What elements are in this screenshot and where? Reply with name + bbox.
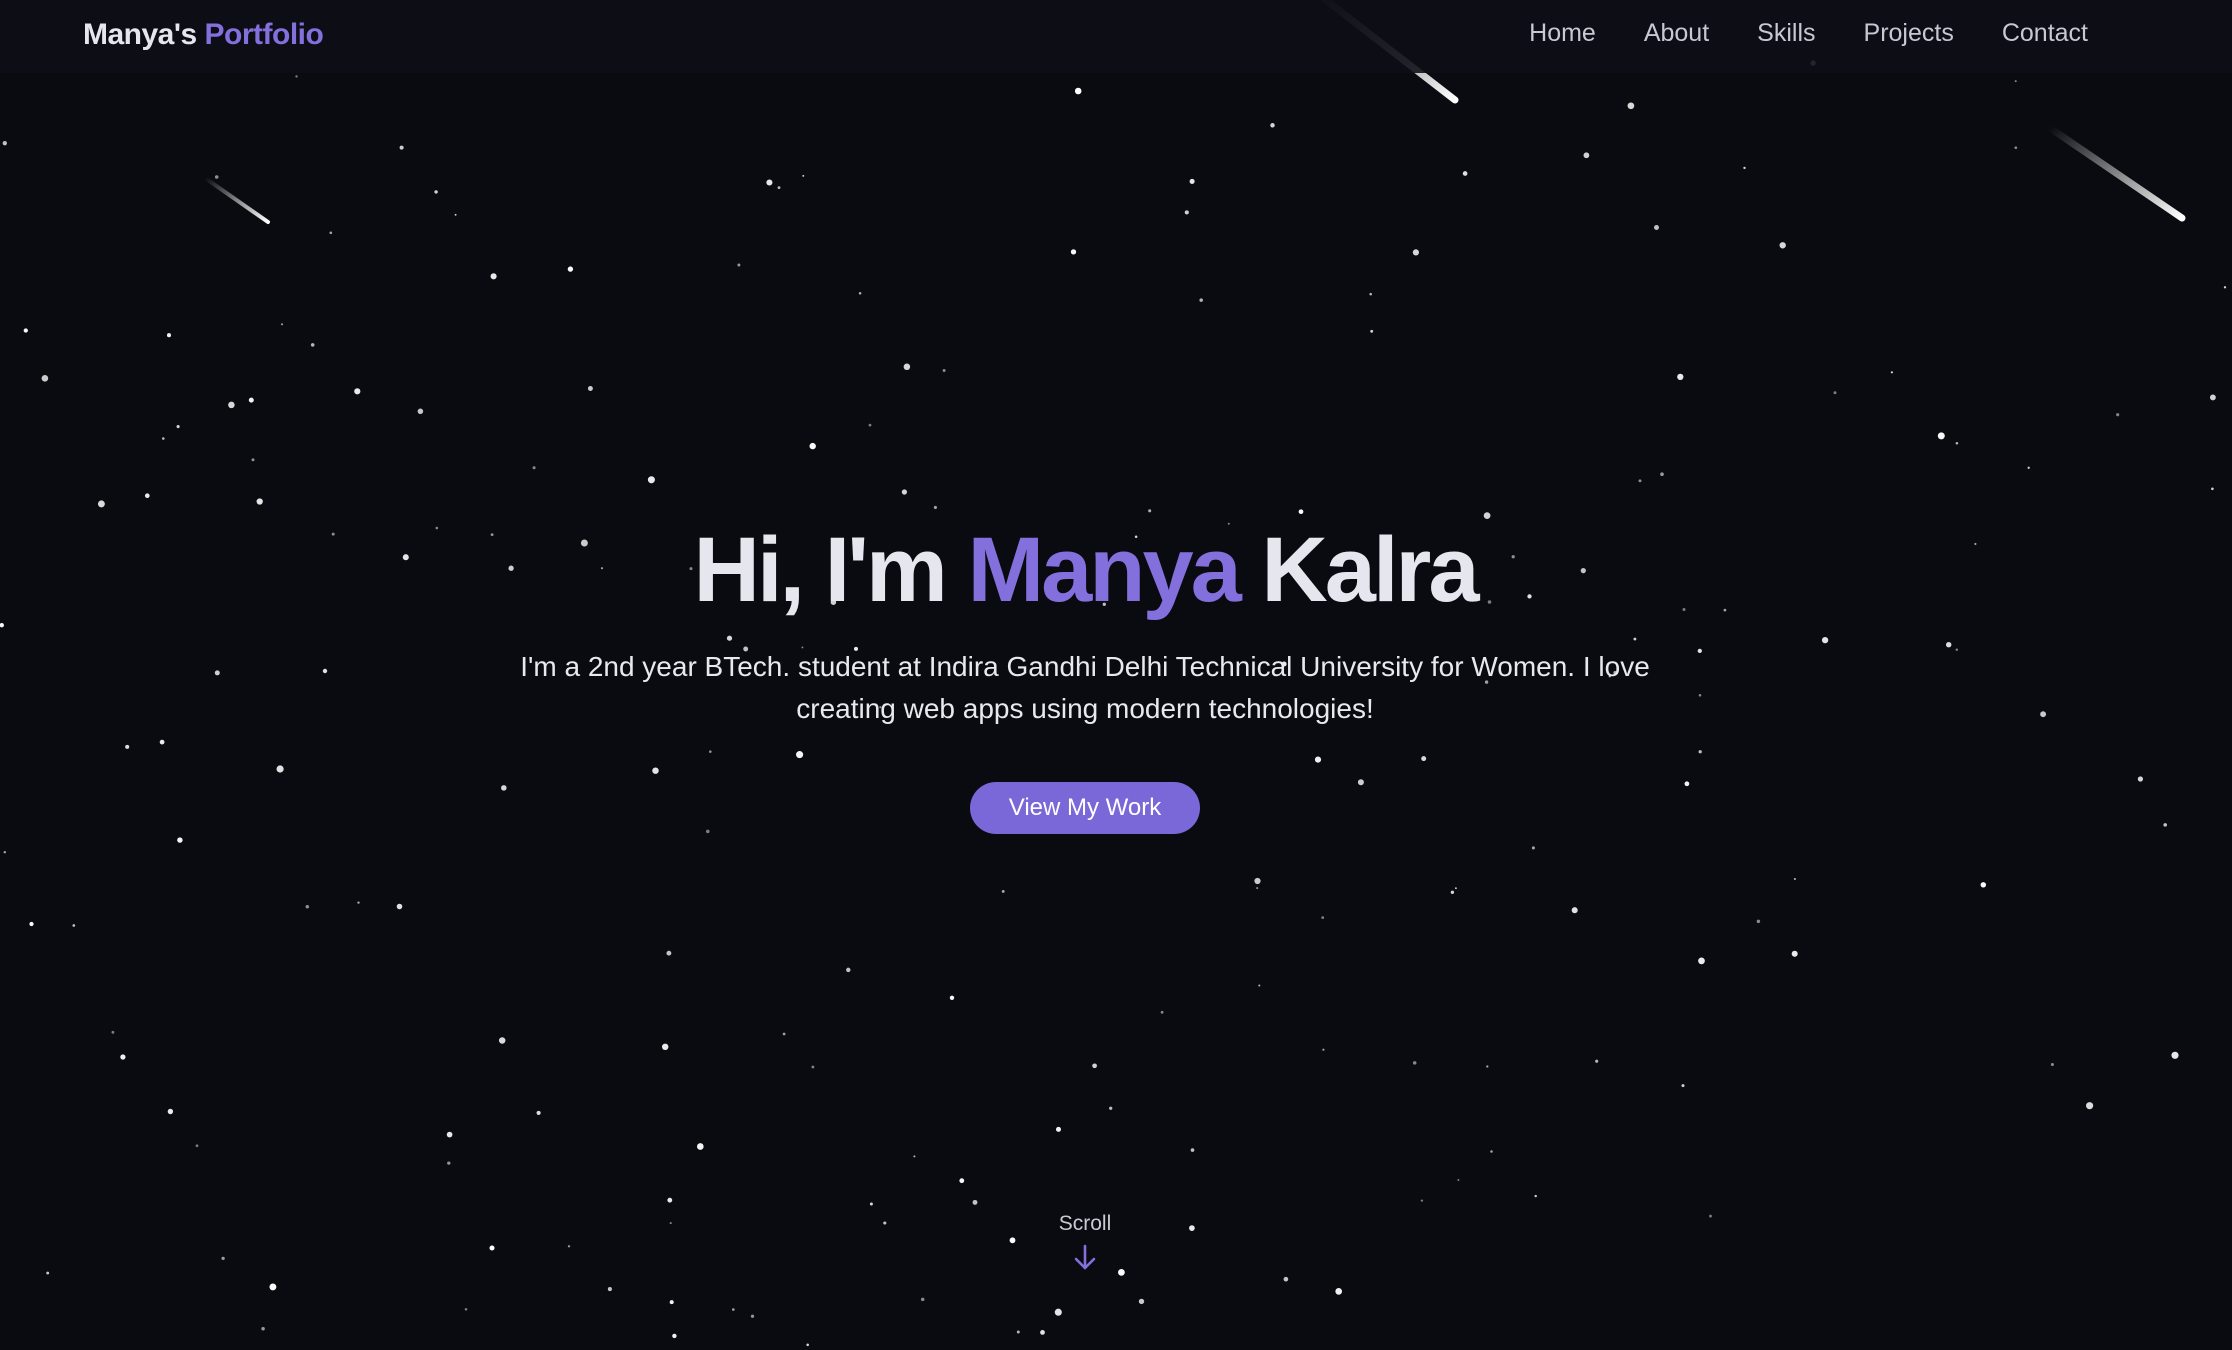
brand-name: Manya's — [83, 18, 197, 51]
nav-link-about[interactable]: About — [1644, 19, 1709, 48]
scroll-indicator[interactable]: Scroll — [1035, 1212, 1135, 1272]
nav-link-skills[interactable]: Skills — [1757, 19, 1815, 48]
hero-last-name: Kalra — [1261, 519, 1479, 621]
hero-first-name: Manya — [967, 519, 1241, 621]
brand-logo[interactable]: Manya's Portfolio — [83, 18, 324, 52]
nav-link-home[interactable]: Home — [1529, 19, 1596, 48]
hero-title: Hi, I'm Manya Kalra — [0, 515, 2170, 625]
hero-subtitle: I'm a 2nd year BTech. student at Indira … — [520, 651, 1650, 724]
hero-greeting: Hi, I'm — [693, 519, 948, 621]
nav-link-contact[interactable]: Contact — [2002, 19, 2088, 48]
arrow-down-icon — [1074, 1244, 1096, 1270]
view-my-work-button[interactable]: View My Work — [970, 782, 1200, 834]
brand-accent: Portfolio — [204, 18, 324, 51]
hero-section: Hi, I'm Manya Kalra I'm a 2nd year BTech… — [0, 0, 2232, 1350]
scroll-label: Scroll — [1058, 1212, 1112, 1235]
page: Manya's Portfolio Home About Skills Proj… — [0, 0, 2232, 1350]
nav-links: Home About Skills Projects Contact — [1529, 19, 2088, 48]
nav-link-projects[interactable]: Projects — [1864, 19, 1954, 48]
navbar: Manya's Portfolio Home About Skills Proj… — [0, 0, 2232, 73]
